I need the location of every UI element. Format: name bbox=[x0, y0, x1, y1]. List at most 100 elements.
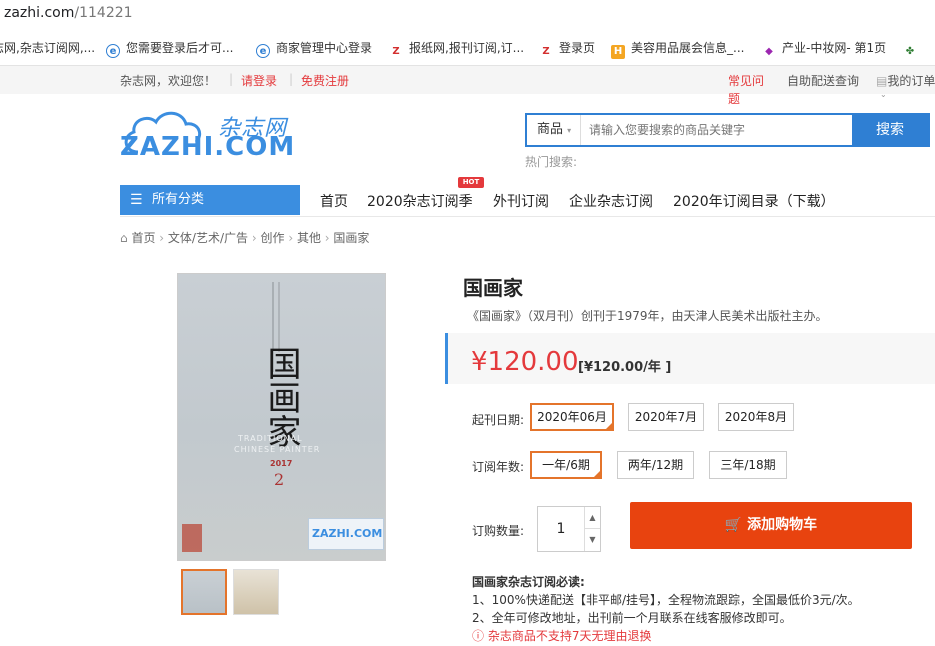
hot-search-label: 热门搜索: bbox=[525, 155, 578, 169]
product-description: 《国画家》（双月刊）创刊于1979年，由天津人民美术出版社主办。 bbox=[467, 309, 828, 323]
leaf-icon: ✤ bbox=[905, 46, 915, 57]
quantity-stepper: 1 ▲ ▼ bbox=[537, 506, 601, 552]
return-warning: ⓘ 杂志商品不支持7天无理由退换 bbox=[472, 627, 860, 645]
home-icon: ⌂ bbox=[120, 231, 128, 245]
faq-link[interactable]: 常见问题 bbox=[728, 72, 772, 108]
breadcrumb-item[interactable]: 文体/艺术/广告 bbox=[168, 231, 248, 245]
h-site-icon: H bbox=[611, 45, 625, 59]
auto-delivery-link[interactable]: 自助配送查询 bbox=[787, 72, 859, 89]
search-bar: 商品 ▾ 搜索 bbox=[525, 113, 930, 147]
welcome-text: 杂志网，欢迎您！ bbox=[120, 74, 217, 88]
bookmark-item[interactable]: e 您需要登录后才可... bbox=[106, 40, 234, 58]
login-link[interactable]: 请登录 bbox=[241, 72, 277, 89]
bookmark-label: 志网,杂志订阅网,... bbox=[0, 41, 96, 55]
cover-title: 国画家 bbox=[261, 346, 301, 448]
chevron-up-icon[interactable]: ▲ bbox=[584, 507, 600, 529]
info-icon: ⓘ bbox=[472, 629, 485, 643]
cart-icon: 🛒 bbox=[724, 517, 743, 533]
caret-down-icon: ▾ bbox=[567, 126, 572, 135]
breadcrumb-item: 国画家 bbox=[333, 231, 370, 245]
start-date-option-2[interactable]: 2020年7月 bbox=[628, 403, 704, 431]
url-path: /114221 bbox=[74, 5, 133, 21]
nav-item-enterprise[interactable]: 企业杂志订阅 bbox=[569, 191, 653, 211]
thumbnail-1[interactable] bbox=[181, 569, 227, 615]
bookmark-item[interactable]: Z 报纸网,报刊订阅,订... bbox=[389, 40, 525, 57]
bookmark-label: 您需要登录后才可... bbox=[126, 41, 234, 55]
separator: | bbox=[229, 72, 234, 86]
breadcrumb-item[interactable]: 创作 bbox=[260, 231, 284, 245]
cover-title-en-2: CHINESE PAINTER bbox=[234, 445, 321, 454]
add-to-cart-button[interactable]: 🛒 添加购物车 bbox=[630, 502, 912, 549]
thumbnail-2[interactable] bbox=[233, 569, 279, 615]
bookmark-item[interactable]: H 美容用品展会信息_... bbox=[611, 40, 745, 59]
cover-text-column bbox=[278, 282, 280, 352]
price-per-year: [¥120.00/年 ] bbox=[578, 360, 672, 375]
breadcrumb: ⌂ 首页 › 文体/艺术/广告 › 创作 › 其他 › 国画家 bbox=[120, 229, 369, 246]
bookmark-item[interactable]: e 商家管理中心登录 bbox=[256, 40, 373, 58]
nav-item-catalog[interactable]: 2020年订阅目录（下载） bbox=[673, 191, 835, 211]
product-cover-image: 国画家 TRADITIONAL CHINESE PAINTER 2017 2 Z… bbox=[177, 273, 386, 561]
breadcrumb-separator: › bbox=[159, 231, 168, 245]
breadcrumb-separator: › bbox=[288, 231, 297, 245]
bookmarks-bar: 志网,杂志订阅网,... e 您需要登录后才可... e 商家管理中心登录 Z 报纸网… bbox=[0, 28, 935, 66]
logo-text-en: ZAZHI.COM bbox=[120, 132, 296, 162]
register-link[interactable]: 免费注册 bbox=[301, 72, 349, 89]
my-orders-link[interactable]: ▤我的订单 bbox=[876, 72, 935, 89]
cover-title-en-1: TRADITIONAL bbox=[238, 434, 303, 443]
bookmark-label: 商家管理中心登录 bbox=[276, 41, 373, 55]
bookmark-item[interactable]: ✤ bbox=[903, 40, 923, 57]
thumbnail-image bbox=[234, 570, 278, 614]
bookmark-label: 报纸网,报刊订阅,订... bbox=[409, 41, 525, 55]
bookmark-item[interactable]: 志网,杂志订阅网,... bbox=[0, 40, 95, 56]
cover-watermark: ZAZHI.COM bbox=[308, 518, 384, 550]
chevron-down-icon[interactable]: ▼ bbox=[584, 529, 600, 551]
product-title: 国画家 bbox=[463, 276, 523, 300]
menu-icon: ☰ bbox=[130, 192, 143, 208]
site-logo[interactable]: 杂志网 ZAZHI.COM bbox=[120, 104, 295, 164]
diamond-icon: ◆ bbox=[765, 46, 773, 57]
start-date-label: 起刊日期: bbox=[472, 413, 525, 427]
nav-item-2020-season[interactable]: 2020杂志订阅季 bbox=[367, 191, 473, 211]
search-button[interactable]: 搜索 bbox=[852, 113, 928, 147]
notes-title: 国画家杂志订阅必读: bbox=[472, 575, 585, 589]
nav-item-home[interactable]: 首页 bbox=[320, 191, 348, 211]
site-top-bar: 杂志网，欢迎您！ | 请登录 | 免费注册 常见问题 自助配送查询 ▤我的订单 … bbox=[0, 66, 935, 106]
bookmark-label: 美容用品展会信息_... bbox=[631, 41, 745, 55]
all-categories-button[interactable]: ☰ 所有分类 bbox=[120, 185, 300, 215]
note-1: 1、100%快递配送【非平邮/挂号】，全程物流跟踪，全国最低价3元/次。 bbox=[472, 593, 860, 607]
bookmark-label: 登录页 bbox=[559, 41, 596, 55]
years-option-1[interactable]: 一年/6期 bbox=[530, 451, 602, 479]
cover-issue: 2 bbox=[274, 470, 285, 489]
years-option-3[interactable]: 三年/18期 bbox=[709, 451, 787, 479]
start-date-option-3[interactable]: 2020年8月 bbox=[718, 403, 794, 431]
breadcrumb-item[interactable]: 首页 bbox=[131, 231, 155, 245]
quantity-input[interactable]: 1 bbox=[538, 507, 584, 551]
z-site-icon: Z bbox=[392, 46, 400, 57]
chevron-down-icon: ⌄ bbox=[880, 90, 887, 99]
url-host: zazhi.com bbox=[4, 5, 75, 21]
add-to-cart-label: 添加购物车 bbox=[747, 517, 818, 533]
cover-watermark-text: ZAZHI.COM bbox=[312, 527, 383, 540]
bookmark-label: 产业-中妆网- 第1页 bbox=[782, 41, 887, 55]
breadcrumb-item[interactable]: 其他 bbox=[297, 231, 321, 245]
address-bar[interactable]: zazhi.com/114221 bbox=[0, 0, 935, 28]
bookmark-item[interactable]: ◆ 产业-中妆网- 第1页 bbox=[762, 40, 887, 57]
bookmark-item[interactable]: Z 登录页 bbox=[539, 40, 596, 57]
my-orders-label: 我的订单 bbox=[887, 74, 935, 88]
all-categories-label: 所有分类 bbox=[152, 192, 205, 207]
years-label: 订阅年数: bbox=[472, 460, 525, 474]
qty-label: 订购数量: bbox=[472, 524, 525, 538]
search-input[interactable] bbox=[589, 115, 851, 145]
search-category-label: 商品 bbox=[537, 122, 564, 137]
order-notes: 国画家杂志订阅必读: 1、100%快递配送【非平邮/挂号】，全程物流跟踪，全国最… bbox=[472, 573, 860, 645]
cover-year: 2017 bbox=[270, 459, 293, 468]
orders-icon: ▤ bbox=[876, 74, 888, 88]
years-option-2[interactable]: 两年/12期 bbox=[617, 451, 694, 479]
search-category-select[interactable]: 商品 ▾ bbox=[527, 115, 581, 145]
cover-seal bbox=[182, 524, 202, 552]
nav-item-foreign[interactable]: 外刊订阅 bbox=[493, 191, 549, 211]
globe-icon: e bbox=[256, 44, 270, 58]
start-date-option-1[interactable]: 2020年06月 bbox=[530, 403, 614, 431]
return-warning-text: 杂志商品不支持7天无理由退换 bbox=[487, 629, 652, 643]
nav-divider bbox=[120, 216, 935, 217]
